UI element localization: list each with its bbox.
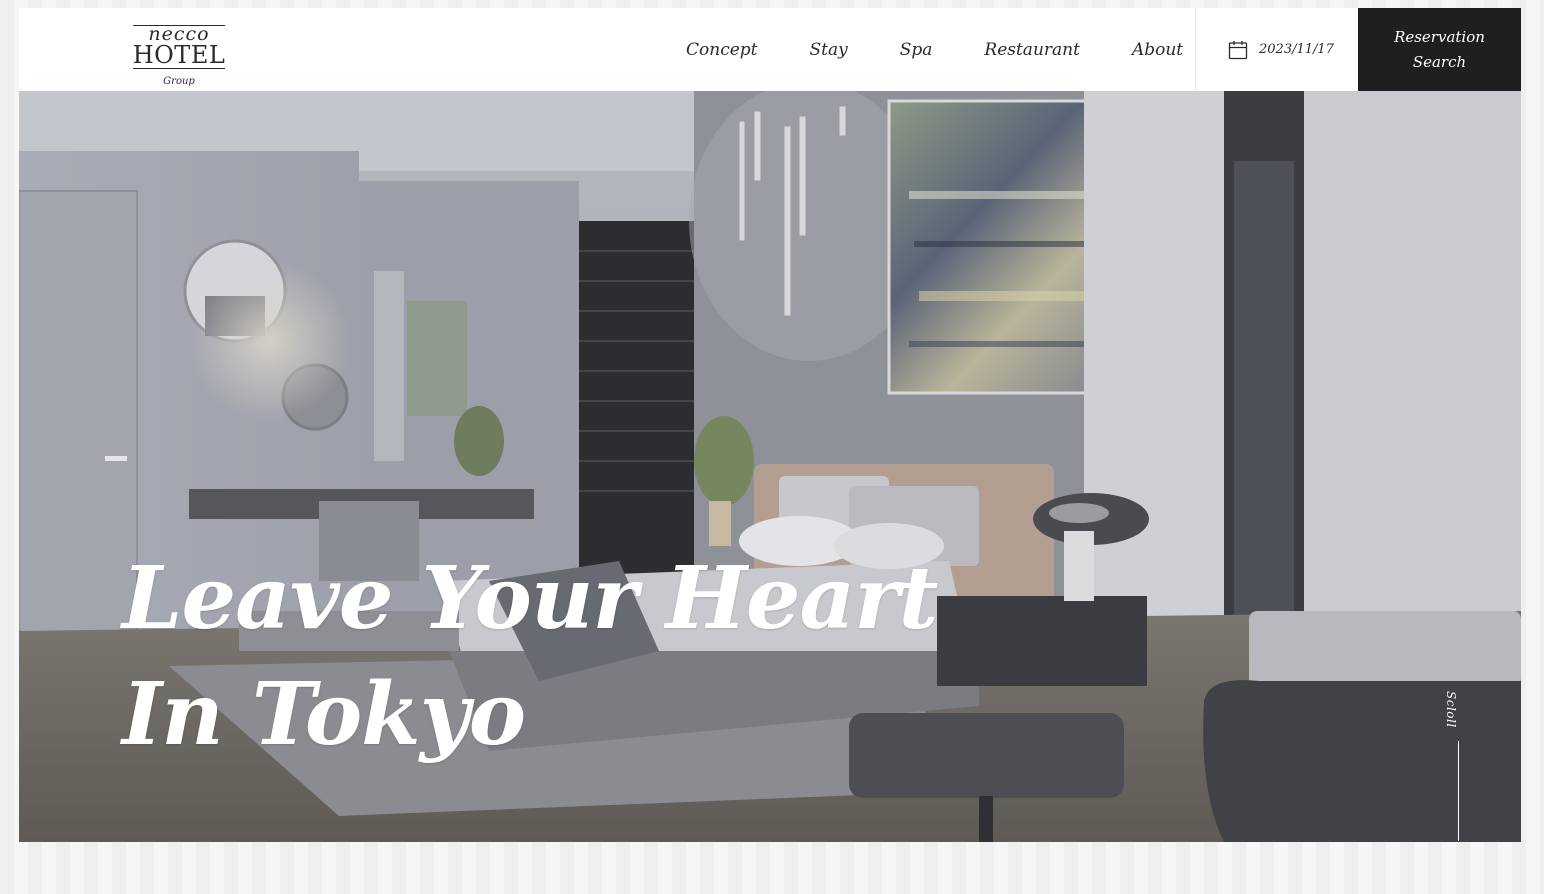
reserve-label-line1: Reservation <box>1394 27 1485 46</box>
headline-line-2: In Tokyo <box>122 664 526 765</box>
logo-sub-text: Group <box>163 76 195 87</box>
nav-item-restaurant[interactable]: Restaurant <box>984 40 1080 60</box>
reserve-label-line2: Search <box>1412 52 1467 71</box>
nav-item-spa[interactable]: Spa <box>900 40 933 60</box>
scroll-line <box>1458 741 1459 841</box>
logo-rule-bottom <box>133 68 225 69</box>
nav-item-about[interactable]: About <box>1132 40 1183 60</box>
main-nav: Concept Stay Spa Restaurant About <box>686 8 1183 91</box>
calendar-icon <box>1228 40 1248 60</box>
site-header: necco HOTEL Group Concept Stay Spa Resta… <box>19 8 1521 91</box>
hero-section: Leave Your Heart In Tokyo Scloll <box>19 91 1521 842</box>
date-picker[interactable]: 2023/11/17 <box>1228 8 1334 91</box>
header-divider <box>1195 8 1196 91</box>
nav-item-concept[interactable]: Concept <box>686 40 758 60</box>
selected-date: 2023/11/17 <box>1259 42 1334 57</box>
scroll-label: Scloll <box>1444 691 1458 728</box>
hotel-logo[interactable]: necco HOTEL Group <box>129 22 229 88</box>
site-frame: necco HOTEL Group Concept Stay Spa Resta… <box>19 8 1521 842</box>
scroll-indicator[interactable]: Scloll <box>1442 691 1472 841</box>
nav-item-stay[interactable]: Stay <box>810 40 848 60</box>
logo-main-text: HOTEL <box>132 41 226 69</box>
hero-headline: Leave Your Heart In Tokyo <box>122 541 1022 773</box>
headline-line-1: Leave Your Heart <box>122 548 938 649</box>
reservation-search-button[interactable]: Reservation Search <box>1358 8 1521 91</box>
